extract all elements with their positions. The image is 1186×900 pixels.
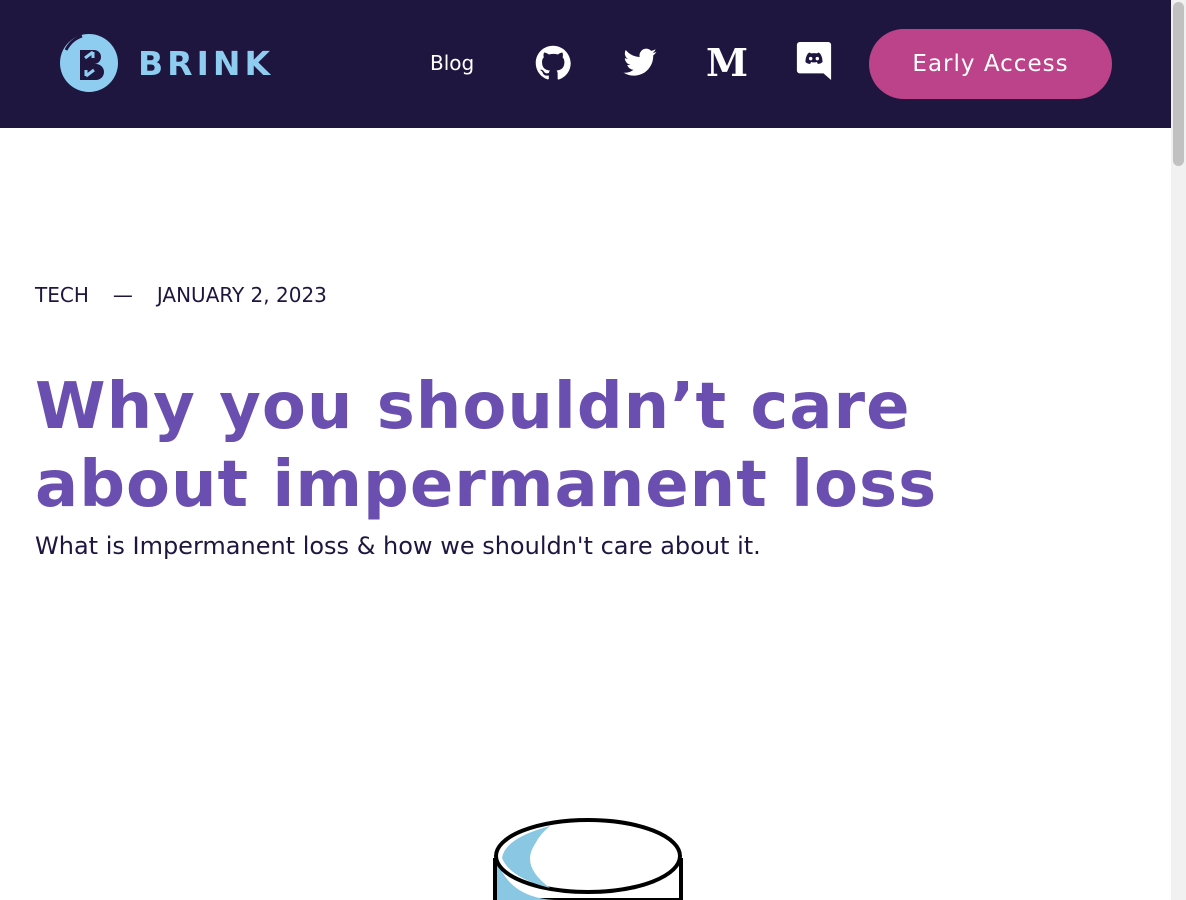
page-scrollbar[interactable]	[1171, 0, 1186, 900]
early-access-button[interactable]: Early Access	[869, 29, 1112, 99]
site-header: BRINK Blog M Early Access	[0, 0, 1171, 128]
scrollbar-thumb[interactable]	[1173, 2, 1184, 166]
article-subtitle: What is Impermanent loss & how we should…	[35, 532, 761, 560]
meta-separator: —	[112, 283, 133, 307]
article-meta: TECH — JANUARY 2, 2023	[35, 283, 327, 307]
twitter-icon[interactable]	[622, 44, 658, 82]
discord-icon[interactable]	[796, 42, 832, 80]
nav-blog-link[interactable]: Blog	[430, 51, 474, 75]
hero-cylinder-illustration	[493, 818, 683, 900]
medium-icon[interactable]: M	[706, 40, 748, 86]
github-icon[interactable]	[535, 44, 571, 82]
brand-logo-link[interactable]: BRINK	[58, 32, 274, 94]
article-date: JANUARY 2, 2023	[156, 283, 327, 307]
brink-logo-icon	[60, 34, 118, 92]
article-category[interactable]: TECH	[35, 283, 89, 307]
brand-name: BRINK	[138, 43, 275, 83]
article-title: Why you shouldn’t care about impermanent…	[35, 370, 938, 522]
